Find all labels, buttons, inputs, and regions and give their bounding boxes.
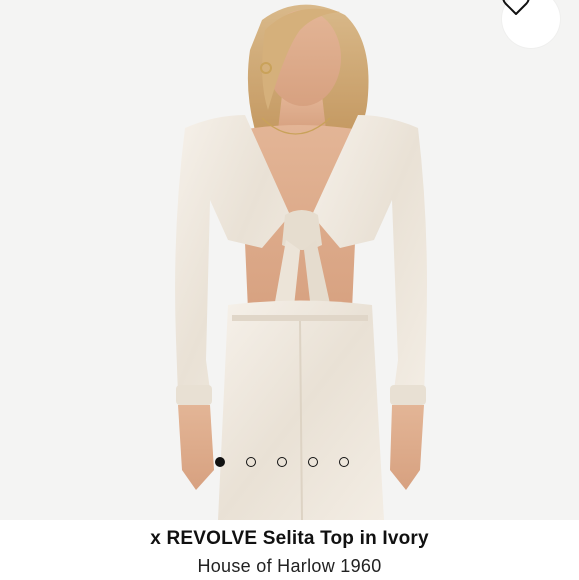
gallery-dot-2[interactable] — [246, 457, 256, 467]
gallery-dot-3[interactable] — [277, 457, 287, 467]
product-title[interactable]: x REVOLVE Selita Top in Ivory — [0, 528, 579, 550]
product-brand[interactable]: House of Harlow 1960 — [0, 556, 579, 577]
gallery-dot-5[interactable] — [339, 457, 349, 467]
gallery-dot-4[interactable] — [308, 457, 318, 467]
gallery-dot-1[interactable] — [215, 457, 225, 467]
heart-outline-icon — [502, 0, 530, 15]
product-image-gallery[interactable] — [0, 0, 579, 520]
product-info: x REVOLVE Selita Top in Ivory House of H… — [0, 520, 579, 577]
gallery-pagination — [215, 457, 349, 467]
product-photo[interactable] — [0, 0, 579, 520]
